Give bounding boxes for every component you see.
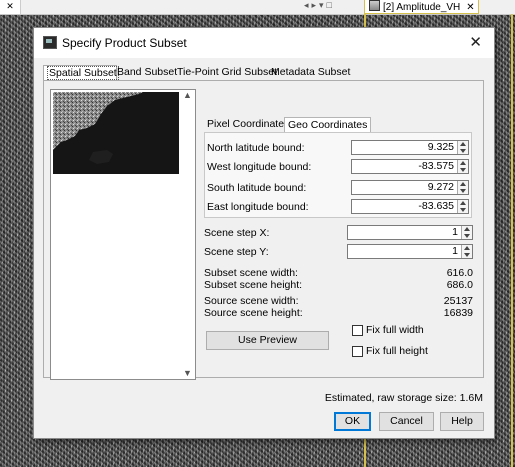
south-latitude-spinner[interactable] — [457, 181, 468, 194]
source-height-label: Source scene height: — [204, 307, 303, 319]
tab-tie-point-grid-subset[interactable]: Tie-Point Grid Subset — [174, 65, 280, 80]
subset-width-label: Subset scene width: — [204, 267, 298, 279]
scroll-down-icon[interactable]: ▼ — [183, 368, 192, 378]
fix-full-width-label[interactable]: Fix full width — [366, 324, 424, 336]
subset-preview[interactable]: ▲ ▼ — [50, 89, 196, 380]
south-latitude-label: South latitude bound: — [207, 182, 307, 194]
cancel-button[interactable]: Cancel — [379, 412, 434, 431]
tab-geo-coordinates[interactable]: Geo Coordinates — [284, 117, 372, 133]
help-button[interactable]: Help — [440, 412, 484, 431]
source-height-value: 16839 — [443, 307, 473, 319]
subset-height-value: 686.0 — [446, 279, 473, 291]
north-latitude-spinner[interactable] — [457, 141, 468, 154]
east-longitude-field[interactable]: -83.635 — [351, 199, 469, 214]
fix-full-height-checkbox[interactable] — [352, 346, 363, 357]
specify-product-subset-dialog: Specify Product Subset ✕ Spatial Subset … — [33, 27, 495, 439]
scene-step-x-spinner[interactable] — [461, 226, 472, 239]
east-longitude-label: East longitude bound: — [207, 201, 309, 213]
west-longitude-label: West longitude bound: — [207, 161, 312, 173]
scene-step-x-label: Scene step X: — [204, 227, 270, 239]
tab-pixel-coordinates[interactable]: Pixel Coordinates — [204, 117, 292, 132]
snap-app-icon — [43, 36, 57, 49]
tab-spatial-subset[interactable]: Spatial Subset — [43, 65, 119, 81]
fix-full-height-label[interactable]: Fix full height — [366, 345, 428, 357]
south-latitude-field[interactable]: 9.272 — [351, 180, 469, 195]
left-tab-close-icon[interactable]: ✕ — [0, 0, 21, 14]
image-view-icon — [369, 0, 380, 11]
source-width-label: Source scene width: — [204, 295, 299, 307]
storage-size-label: Estimated, raw storage size: 1.6M — [324, 392, 483, 404]
west-longitude-field[interactable]: -83.575 — [351, 159, 469, 174]
tab-metadata-subset[interactable]: Metadata Subset — [268, 65, 353, 80]
spatial-subset-panel: ▲ ▼ Pixel Coordinates Geo Coordinates No… — [43, 80, 484, 380]
subset-width-value: 616.0 — [446, 267, 473, 279]
scene-step-y-label: Scene step Y: — [204, 246, 269, 258]
source-width-value: 25137 — [443, 295, 473, 307]
geo-coordinates-panel: North latitude bound: 9.325 West longitu… — [204, 132, 472, 218]
subset-height-label: Subset scene height: — [204, 279, 303, 291]
fix-full-width-checkbox[interactable] — [352, 325, 363, 336]
dialog-titlebar: Specify Product Subset ✕ — [34, 28, 494, 58]
preview-scrollbar[interactable]: ▲ ▼ — [181, 90, 195, 379]
west-longitude-spinner[interactable] — [457, 160, 468, 173]
tab-close-icon[interactable]: ✕ — [466, 2, 474, 13]
scroll-up-icon[interactable]: ▲ — [183, 90, 192, 100]
scene-step-y-field[interactable]: 1 — [347, 244, 473, 259]
tab-amplitude-vh[interactable]: [2] Amplitude_VH ✕ — [364, 0, 479, 14]
tab-navigation-icons[interactable]: ◂▸▾□ — [304, 0, 335, 11]
use-preview-button[interactable]: Use Preview — [206, 331, 329, 350]
north-latitude-label: North latitude bound: — [207, 142, 305, 154]
east-longitude-spinner[interactable] — [457, 200, 468, 213]
dialog-title: Specify Product Subset — [62, 36, 187, 50]
preview-thumbnail — [53, 92, 179, 174]
ok-button[interactable]: OK — [334, 412, 371, 431]
tab-band-subset[interactable]: Band Subset — [114, 65, 180, 80]
scene-step-x-field[interactable]: 1 — [347, 225, 473, 240]
dialog-close-icon[interactable]: ✕ — [469, 33, 482, 51]
workspace-tab-bar: ✕ ◂▸▾□ [2] Amplitude_VH ✕ — [0, 0, 515, 15]
scene-step-y-spinner[interactable] — [461, 245, 472, 258]
north-latitude-field[interactable]: 9.325 — [351, 140, 469, 155]
